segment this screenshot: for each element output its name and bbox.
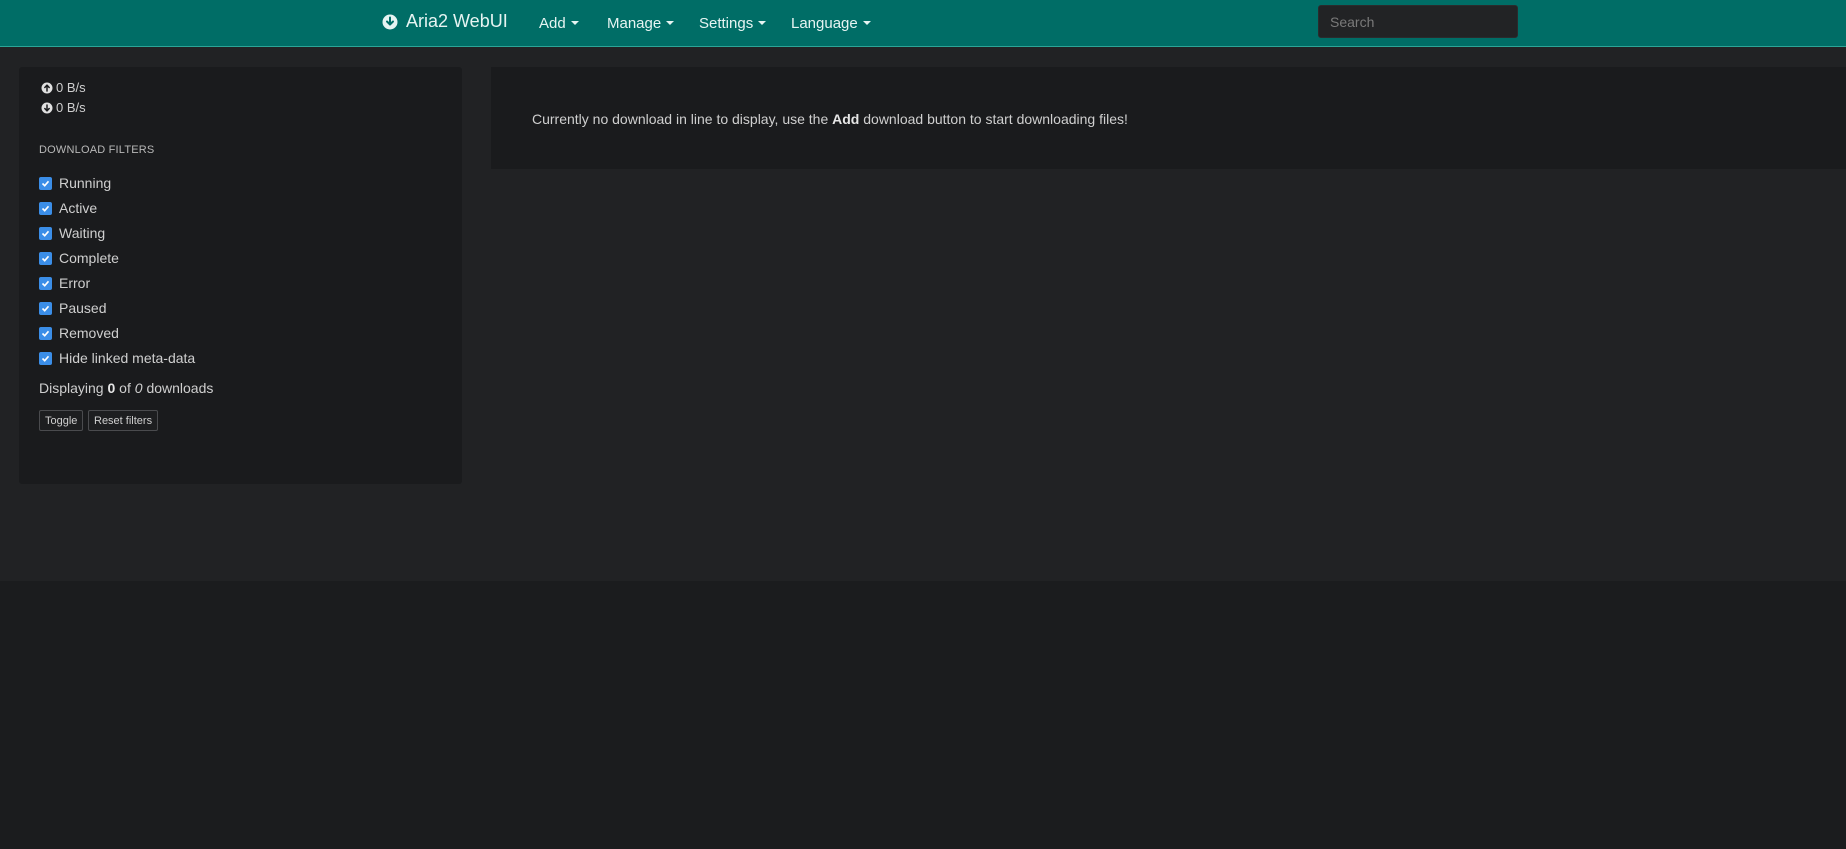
empty-message-add: Add [832,111,860,127]
reset-filters-button[interactable]: Reset filters [88,410,159,431]
filter-running[interactable]: Running [39,175,111,191]
caret-down-icon [758,21,767,25]
displaying-suffix: downloads [146,380,214,396]
filter-waiting[interactable]: Waiting [39,225,105,241]
download-circle-icon [41,102,53,114]
displaying-count: Displaying 0 of 0 downloads [39,380,213,396]
filter-complete[interactable]: Complete [39,250,119,266]
empty-message-prefix: Currently no download in line to display… [532,111,829,127]
checkbox-checked-icon[interactable] [39,201,52,215]
toggle-button[interactable]: Toggle [39,410,84,431]
brand-title: Aria2 WebUI [406,11,508,31]
menu-add-label: Add [539,14,566,32]
filter-label: Error [59,275,91,291]
filter-label: Active [59,200,98,216]
upload-speed-value: 0 B/s [56,80,86,95]
filter-label: Waiting [59,225,106,241]
menu-manage[interactable]: Manage [607,0,675,46]
filter-label: Running [59,175,112,191]
filter-label: Removed [59,325,119,341]
checkbox-checked-icon[interactable] [39,301,52,315]
top-navbar: Aria2 WebUI Add Manage Settings Language [0,0,1846,47]
download-circle-icon [382,14,398,30]
sidebar-panel: 0 B/s 0 B/s DOWNLOAD FILTERS Running Act… [19,67,462,484]
checkbox-checked-icon[interactable] [39,326,52,340]
download-speed-value: 0 B/s [56,100,86,115]
checkbox-checked-icon[interactable] [39,226,52,240]
download-speed: 0 B/s [41,100,86,115]
checkbox-checked-icon[interactable] [39,251,52,265]
filter-paused[interactable]: Paused [39,300,106,316]
menu-language-label: Language [791,14,858,32]
menu-settings-label: Settings [699,14,754,32]
caret-down-icon [570,21,579,25]
filter-active[interactable]: Active [39,200,97,216]
brand-link[interactable]: Aria2 WebUI [382,11,508,32]
filter-label: Paused [59,300,107,316]
menu-language[interactable]: Language [791,0,871,46]
search-input[interactable] [1318,5,1518,38]
filters-heading: DOWNLOAD FILTERS [39,144,155,156]
empty-downloads-message: Currently no download in line to display… [532,111,1128,127]
filter-label: Hide linked meta-data [59,350,196,366]
menu-add[interactable]: Add [539,0,579,46]
displaying-shown: 0 [107,380,116,396]
displaying-prefix: Displaying [39,380,104,396]
caret-down-icon [666,21,675,25]
checkbox-checked-icon[interactable] [39,351,52,365]
checkbox-checked-icon[interactable] [39,276,52,290]
menu-settings[interactable]: Settings [699,0,767,46]
filter-removed[interactable]: Removed [39,325,119,341]
caret-down-icon [862,21,871,25]
displaying-total: 0 [134,380,143,396]
checkbox-checked-icon[interactable] [39,176,52,190]
displaying-of: of [119,380,131,396]
menu-manage-label: Manage [607,14,662,32]
upload-circle-icon [41,82,53,94]
downloads-panel: Currently no download in line to display… [491,67,1846,169]
empty-message-suffix: download button to start downloading fil… [863,111,1128,127]
filter-hide-linked-meta-data[interactable]: Hide linked meta-data [39,350,195,366]
filter-error[interactable]: Error [39,275,90,291]
upload-speed: 0 B/s [41,80,86,95]
filter-label: Complete [59,250,119,266]
